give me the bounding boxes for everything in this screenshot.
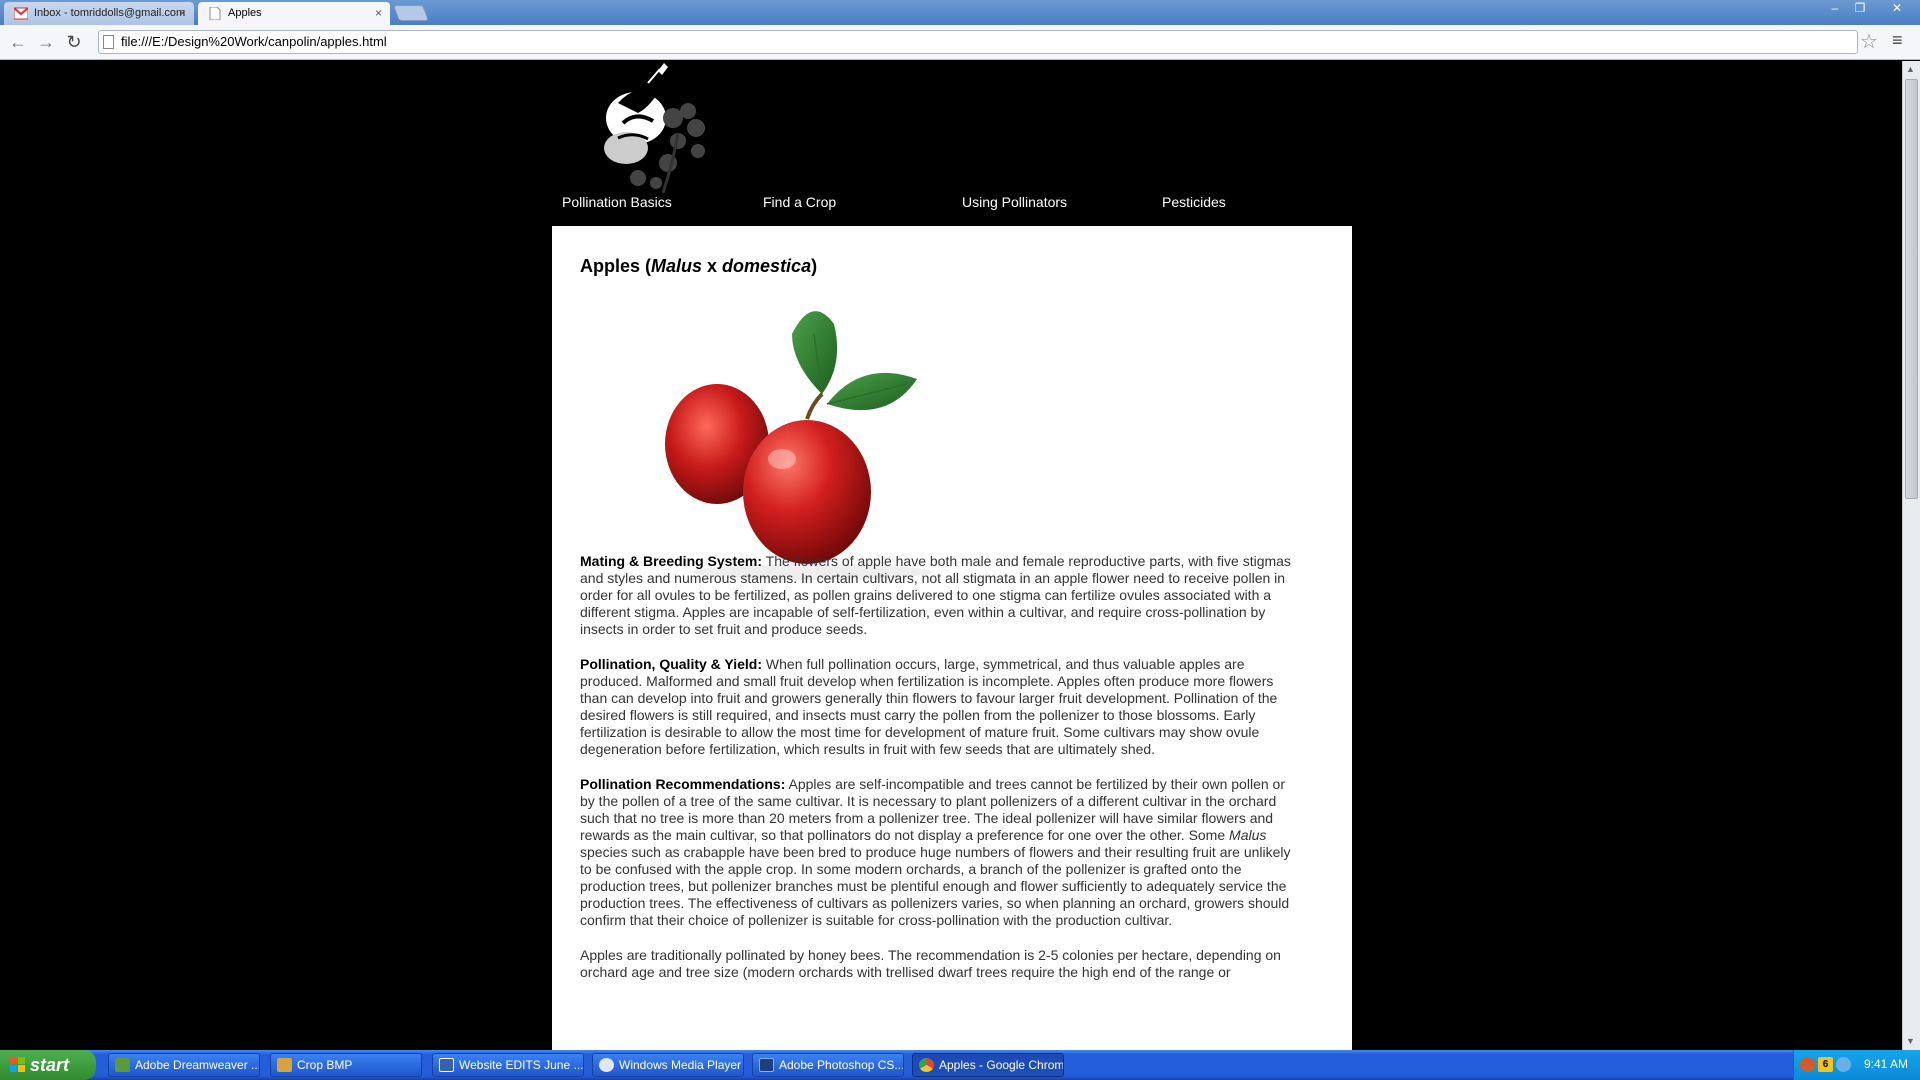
taskbar-item-crop-bmp[interactable]: Crop BMP (270, 1053, 422, 1077)
nav-pesticides[interactable]: Pesticides (1162, 194, 1226, 210)
site-nav: Pollination Basics Find a Crop Using Pol… (552, 194, 1352, 222)
close-tab-icon[interactable]: × (179, 2, 186, 25)
tab-inbox[interactable]: Inbox - tomriddolls@gmail.com × (4, 2, 194, 25)
taskbar-item-website-edits[interactable]: Website EDITS June ... (432, 1053, 584, 1077)
tab-apples[interactable]: Apples × (198, 2, 390, 25)
tab-title: Apples (228, 7, 262, 19)
scroll-up-icon[interactable]: ▲ (1906, 64, 1915, 74)
minimize-icon[interactable]: ‒ (1823, 0, 1847, 17)
mating-breeding-paragraph: Mating & Breeding System: The flowers of… (580, 553, 1291, 637)
windows-taskbar: start Adobe Dreamweaver ... Crop BMP Web… (0, 1050, 1920, 1080)
forward-icon[interactable]: → (34, 31, 58, 53)
pollination-recommendations-paragraph: Pollination Recommendations: Apples are … (580, 776, 1291, 928)
scroll-down-icon[interactable]: ▼ (1906, 1036, 1915, 1046)
windows-flag-icon (10, 1057, 25, 1072)
vertical-scrollbar[interactable]: ▲ ▼ (1902, 61, 1920, 1050)
start-button[interactable]: start (0, 1050, 96, 1080)
tab-title: Inbox - tomriddolls@gmail.com (34, 7, 186, 19)
taskbar-item-media-player[interactable]: Windows Media Player (592, 1053, 744, 1077)
network-icon[interactable] (1836, 1057, 1851, 1072)
browser-tab-strip: Inbox - tomriddolls@gmail.com × Apples ×… (0, 0, 1920, 25)
close-window-icon[interactable]: ✕ (1880, 0, 1914, 17)
page-title: Apples (Malus x domestica) (580, 256, 818, 276)
taskbar-item-photoshop[interactable]: Adobe Photoshop CS... (752, 1053, 904, 1077)
dreamweaver-icon (115, 1058, 130, 1072)
back-icon[interactable]: ← (6, 31, 30, 53)
gmail-icon (14, 7, 28, 20)
url-text: file:///E:/Design%20Work/canpolin/apples… (121, 34, 387, 49)
site-logo[interactable] (578, 63, 728, 193)
main-content: Apples (Malus x domestica) Mating & Bree… (552, 226, 1352, 1050)
browser-toolbar: ← → ↻ file:///E:/Design%20Work/canpolin/… (0, 25, 1920, 60)
clock: 9:41 AM (1863, 1057, 1908, 1071)
restore-icon[interactable]: ❐ (1848, 0, 1872, 17)
word-icon (439, 1058, 454, 1072)
arrow-back-icon[interactable] (1800, 1057, 1815, 1072)
reload-icon[interactable]: ↻ (62, 31, 86, 53)
chrome-icon (919, 1058, 934, 1072)
nav-using-pollinators[interactable]: Using Pollinators (962, 194, 1067, 210)
menu-icon[interactable]: ≡ (1892, 30, 1903, 51)
nav-find-a-crop[interactable]: Find a Crop (763, 194, 836, 210)
system-tray: 6 9:41 AM (1793, 1050, 1920, 1080)
apples-image (665, 311, 932, 580)
taskbar-item-dreamweaver[interactable]: Adobe Dreamweaver ... (108, 1053, 260, 1077)
new-tab-button[interactable] (393, 5, 429, 21)
address-bar[interactable]: file:///E:/Design%20Work/canpolin/apples… (98, 30, 1858, 54)
media-player-icon (599, 1058, 614, 1072)
page-viewport: Pollination Basics Find a Crop Using Pol… (0, 61, 1902, 1050)
page-icon (209, 7, 221, 20)
scrollbar-thumb[interactable] (1905, 79, 1918, 499)
honey-bees-paragraph: Apples are traditionally pollinated by h… (580, 947, 1281, 980)
photoshop-icon (759, 1058, 774, 1072)
pollination-quality-paragraph: Pollination, Quality & Yield: When full … (580, 656, 1278, 757)
notification-count-badge[interactable]: 6 (1818, 1057, 1833, 1072)
taskbar-item-chrome[interactable]: Apples - Google Chrome (912, 1053, 1064, 1077)
bookmark-star-icon[interactable]: ☆ (1860, 29, 1878, 54)
page-icon (103, 35, 114, 49)
nav-pollination-basics[interactable]: Pollination Basics (562, 194, 672, 210)
paint-icon (277, 1058, 292, 1072)
close-tab-icon[interactable]: × (375, 2, 382, 25)
